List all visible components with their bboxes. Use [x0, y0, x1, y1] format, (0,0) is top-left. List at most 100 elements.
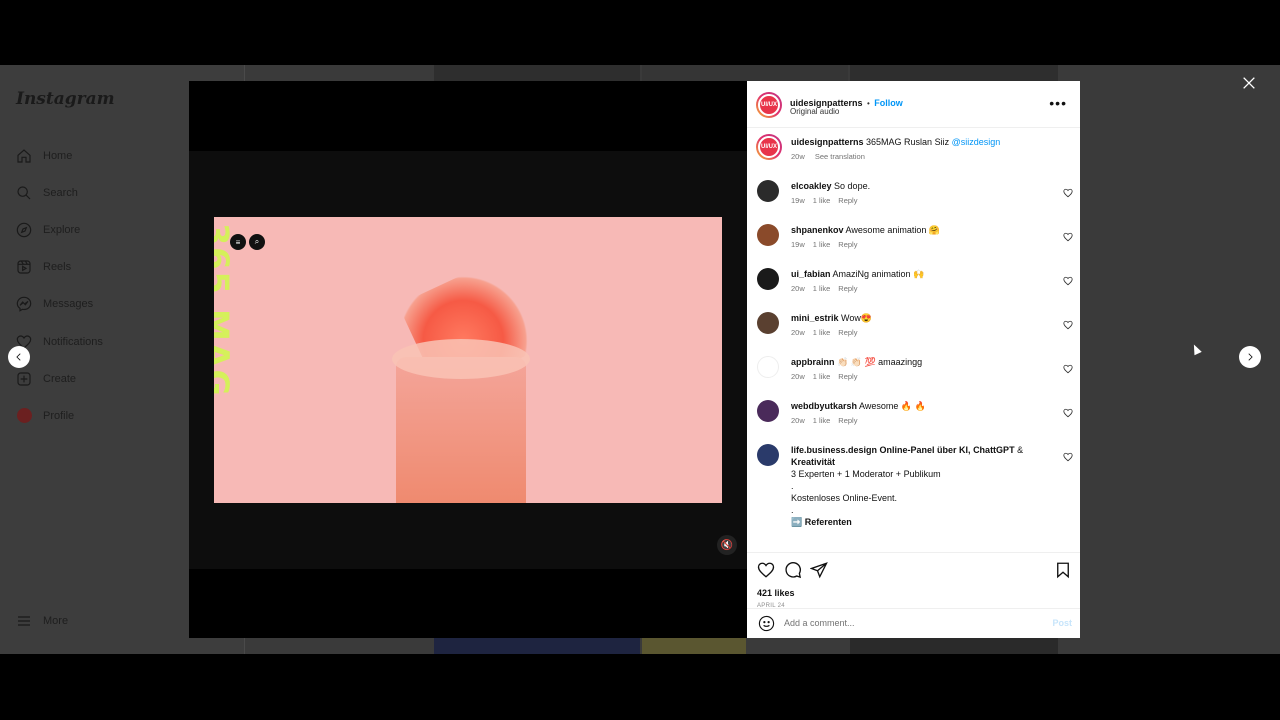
reply-button[interactable]: Reply — [838, 416, 857, 425]
mag-strip: 365 MAG — [214, 217, 242, 503]
avatar[interactable] — [757, 356, 779, 378]
comment-username[interactable]: shpanenkov — [791, 225, 844, 235]
comment-username[interactable]: appbrainn — [791, 357, 835, 367]
chevron-left-icon — [16, 353, 21, 361]
comment-text: AmaziNg animation 🙌 — [832, 269, 925, 279]
grid-tile — [642, 638, 746, 654]
avatar[interactable] — [757, 180, 779, 202]
post-comment-button[interactable]: Post — [1052, 618, 1072, 628]
next-post-button[interactable] — [1239, 346, 1261, 368]
like-comment-heart-icon[interactable] — [1063, 185, 1073, 198]
mention-link[interactable]: @siizdesign — [952, 137, 1001, 147]
reply-button[interactable]: Reply — [838, 372, 857, 381]
comment-text: Wow😍 — [841, 313, 873, 323]
sidebar-item-label: Messages — [43, 298, 94, 311]
avatar — [16, 408, 32, 424]
sidebar-item-label: Explore — [43, 223, 81, 236]
sidebar-item-label: Home — [43, 149, 73, 162]
likes-count[interactable]: 421 likes — [757, 588, 795, 598]
comment-likes[interactable]: 1 like — [813, 328, 831, 337]
instagram-logo[interactable]: Instagram — [16, 89, 115, 109]
comment-text: Awesome 🔥 🔥 — [859, 401, 926, 411]
caption-username[interactable]: uidesignpatterns — [791, 137, 864, 147]
grid-tile — [434, 65, 640, 81]
author-avatar[interactable]: UI/UX — [756, 134, 782, 160]
comment-username[interactable]: life.business.design — [791, 445, 877, 455]
home-icon — [16, 148, 32, 164]
share-icon[interactable] — [809, 561, 828, 579]
caption-text: uidesignpatterns 365MAG Ruslan Siiz @sii… — [791, 137, 1001, 147]
reply-button[interactable]: Reply — [838, 196, 857, 205]
like-comment-heart-icon[interactable] — [1063, 449, 1073, 462]
post-details-panel: UI/UX uidesignpatterns • Follow Original… — [747, 81, 1080, 638]
close-icon[interactable] — [1241, 75, 1257, 91]
more-options-icon[interactable]: ••• — [1049, 95, 1067, 111]
reply-button[interactable]: Reply — [838, 240, 857, 249]
comment-text: So dope. — [834, 181, 871, 191]
more-label: More — [43, 615, 69, 627]
avatar[interactable] — [757, 268, 779, 290]
sidebar-item-label: Search — [43, 186, 78, 199]
frame-controls: ≡ ⌕ — [230, 234, 265, 250]
search-icon: ⌕ — [249, 234, 265, 250]
menu-icon: ≡ — [230, 234, 246, 250]
comment-username[interactable]: elcoakley — [791, 181, 832, 191]
avatar[interactable] — [757, 224, 779, 246]
more-button[interactable]: More — [16, 613, 68, 629]
comments-list: UI/UX uidesignpatterns 365MAG Ruslan Sii… — [747, 128, 1080, 552]
avatar[interactable] — [757, 444, 779, 466]
plus-square-icon — [16, 371, 32, 387]
bookmark-icon[interactable] — [1054, 561, 1072, 579]
video-frame: 365 MAG ≡ ⌕ — [214, 217, 722, 503]
reply-button[interactable]: Reply — [838, 284, 857, 293]
post-media: 365 MAG ≡ ⌕ 🔇 — [189, 81, 747, 638]
like-comment-heart-icon[interactable] — [1063, 405, 1073, 418]
add-comment-input[interactable]: Add a comment... — [784, 618, 855, 628]
comment-likes[interactable]: 1 like — [813, 240, 831, 249]
comment-text: 👏🏻 👏🏻 💯 amaazingg — [837, 357, 923, 367]
author-avatar[interactable]: UI/UX — [756, 92, 782, 118]
sidebar-item-label: Create — [43, 372, 77, 385]
grid-tile — [850, 65, 1058, 81]
comment-username[interactable]: mini_estrik — [791, 313, 839, 323]
follow-button[interactable]: Follow — [874, 98, 903, 108]
see-translation-link[interactable]: See translation — [815, 152, 865, 161]
sidebar-item-label: Profile — [43, 409, 75, 422]
reels-icon — [16, 259, 32, 275]
glass-rim — [392, 339, 530, 379]
separator-dot: • — [866, 99, 870, 108]
comment-icon[interactable] — [784, 561, 802, 579]
comment-likes[interactable]: 1 like — [813, 196, 831, 205]
post-header: UI/UX uidesignpatterns • Follow Original… — [747, 81, 1080, 128]
like-comment-heart-icon[interactable] — [1063, 317, 1073, 330]
sidebar-item-label: Reels — [43, 261, 72, 274]
reply-button[interactable]: Reply — [838, 328, 857, 337]
mouse-cursor — [1190, 342, 1202, 356]
comment-username[interactable]: webdbyutkarsh — [791, 401, 857, 411]
like-heart-icon[interactable] — [757, 561, 775, 579]
compass-icon — [16, 222, 32, 238]
like-comment-heart-icon[interactable] — [1063, 273, 1073, 286]
grid-tile — [434, 638, 640, 654]
chevron-right-icon — [1248, 353, 1253, 361]
avatar[interactable] — [757, 400, 779, 422]
audio-label[interactable]: Original audio — [790, 107, 839, 116]
post-actions: 421 likes APRIL 24 — [747, 552, 1080, 609]
comment-likes[interactable]: 1 like — [813, 284, 831, 293]
avatar[interactable] — [757, 312, 779, 334]
like-comment-heart-icon[interactable] — [1063, 361, 1073, 374]
video-player[interactable]: 365 MAG ≡ ⌕ 🔇 — [189, 151, 747, 569]
previous-post-button[interactable] — [8, 346, 30, 368]
sidebar-item-label: Notifications — [43, 335, 103, 348]
grid-tile — [642, 65, 848, 81]
search-icon — [16, 185, 32, 201]
comment-likes[interactable]: 1 like — [813, 416, 831, 425]
hamburger-icon — [18, 616, 30, 626]
comment-text: Awesome animation 🤗 — [845, 225, 941, 235]
comment-username[interactable]: ui_fabian — [791, 269, 831, 279]
comment-likes[interactable]: 1 like — [813, 372, 831, 381]
messenger-icon — [16, 296, 32, 313]
emoji-icon[interactable] — [758, 615, 775, 632]
like-comment-heart-icon[interactable] — [1063, 229, 1073, 242]
speaker-muted-icon[interactable]: 🔇 — [717, 535, 737, 555]
